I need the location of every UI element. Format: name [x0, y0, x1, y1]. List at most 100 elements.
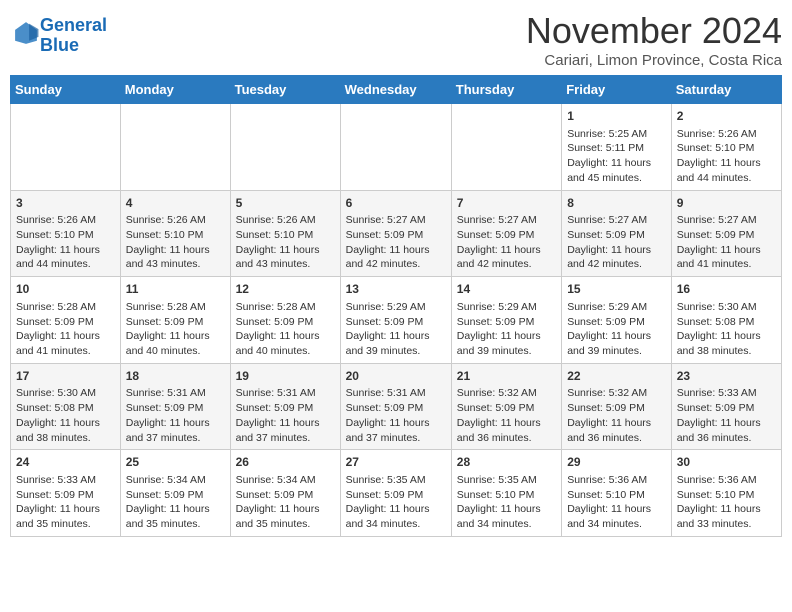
day-info: Daylight: 11 hours and 36 minutes. — [677, 416, 776, 445]
day-info: Daylight: 11 hours and 42 minutes. — [457, 243, 556, 272]
day-info: Sunset: 5:09 PM — [236, 488, 335, 503]
day-number: 10 — [16, 281, 115, 298]
day-number: 16 — [677, 281, 776, 298]
day-info: Sunset: 5:09 PM — [457, 315, 556, 330]
column-header-friday: Friday — [562, 76, 672, 104]
day-number: 3 — [16, 195, 115, 212]
day-info: Sunrise: 5:34 AM — [236, 473, 335, 488]
day-info: Sunrise: 5:27 AM — [567, 213, 666, 228]
day-info: Sunrise: 5:34 AM — [126, 473, 225, 488]
day-info: Sunset: 5:09 PM — [346, 488, 446, 503]
day-info: Daylight: 11 hours and 39 minutes. — [567, 329, 666, 358]
week-row-4: 17Sunrise: 5:30 AMSunset: 5:08 PMDayligh… — [11, 363, 782, 450]
column-header-sunday: Sunday — [11, 76, 121, 104]
day-number: 14 — [457, 281, 556, 298]
calendar-cell: 29Sunrise: 5:36 AMSunset: 5:10 PMDayligh… — [562, 450, 672, 537]
calendar-cell: 20Sunrise: 5:31 AMSunset: 5:09 PMDayligh… — [340, 363, 451, 450]
day-info: Daylight: 11 hours and 44 minutes. — [677, 156, 776, 185]
day-info: Sunrise: 5:30 AM — [677, 300, 776, 315]
day-info: Sunset: 5:10 PM — [236, 228, 335, 243]
day-info: Daylight: 11 hours and 34 minutes. — [457, 502, 556, 531]
calendar-cell: 17Sunrise: 5:30 AMSunset: 5:08 PMDayligh… — [11, 363, 121, 450]
day-info: Daylight: 11 hours and 38 minutes. — [16, 416, 115, 445]
day-info: Daylight: 11 hours and 37 minutes. — [126, 416, 225, 445]
day-info: Sunset: 5:09 PM — [567, 401, 666, 416]
day-info: Daylight: 11 hours and 42 minutes. — [346, 243, 446, 272]
day-info: Sunrise: 5:35 AM — [457, 473, 556, 488]
calendar-cell — [11, 104, 121, 191]
day-info: Sunset: 5:09 PM — [567, 228, 666, 243]
month-title: November 2024 — [526, 10, 782, 52]
day-info: Sunset: 5:09 PM — [16, 315, 115, 330]
day-number: 25 — [126, 454, 225, 471]
day-info: Sunrise: 5:30 AM — [16, 386, 115, 401]
day-info: Daylight: 11 hours and 45 minutes. — [567, 156, 666, 185]
calendar-cell: 2Sunrise: 5:26 AMSunset: 5:10 PMDaylight… — [671, 104, 781, 191]
calendar-cell: 16Sunrise: 5:30 AMSunset: 5:08 PMDayligh… — [671, 277, 781, 364]
day-info: Sunrise: 5:27 AM — [457, 213, 556, 228]
day-number: 9 — [677, 195, 776, 212]
location: Cariari, Limon Province, Costa Rica — [526, 52, 782, 69]
calendar-cell: 26Sunrise: 5:34 AMSunset: 5:09 PMDayligh… — [230, 450, 340, 537]
week-row-5: 24Sunrise: 5:33 AMSunset: 5:09 PMDayligh… — [11, 450, 782, 537]
calendar-cell: 13Sunrise: 5:29 AMSunset: 5:09 PMDayligh… — [340, 277, 451, 364]
day-info: Sunrise: 5:33 AM — [16, 473, 115, 488]
day-info: Sunrise: 5:28 AM — [236, 300, 335, 315]
day-number: 27 — [346, 454, 446, 471]
day-info: Daylight: 11 hours and 43 minutes. — [126, 243, 225, 272]
week-row-3: 10Sunrise: 5:28 AMSunset: 5:09 PMDayligh… — [11, 277, 782, 364]
day-info: Sunset: 5:10 PM — [457, 488, 556, 503]
day-info: Sunrise: 5:33 AM — [677, 386, 776, 401]
week-row-1: 1Sunrise: 5:25 AMSunset: 5:11 PMDaylight… — [11, 104, 782, 191]
day-info: Sunset: 5:09 PM — [457, 401, 556, 416]
calendar-cell: 21Sunrise: 5:32 AMSunset: 5:09 PMDayligh… — [451, 363, 561, 450]
calendar-cell: 1Sunrise: 5:25 AMSunset: 5:11 PMDaylight… — [562, 104, 672, 191]
calendar-cell: 14Sunrise: 5:29 AMSunset: 5:09 PMDayligh… — [451, 277, 561, 364]
day-info: Sunset: 5:09 PM — [677, 228, 776, 243]
day-number: 15 — [567, 281, 666, 298]
day-info: Sunset: 5:09 PM — [346, 315, 446, 330]
calendar-cell: 24Sunrise: 5:33 AMSunset: 5:09 PMDayligh… — [11, 450, 121, 537]
day-number: 21 — [457, 368, 556, 385]
column-headers: SundayMondayTuesdayWednesdayThursdayFrid… — [11, 76, 782, 104]
calendar-cell — [120, 104, 230, 191]
day-number: 29 — [567, 454, 666, 471]
day-info: Daylight: 11 hours and 43 minutes. — [236, 243, 335, 272]
calendar-cell: 8Sunrise: 5:27 AMSunset: 5:09 PMDaylight… — [562, 190, 672, 277]
day-number: 30 — [677, 454, 776, 471]
calendar-cell: 22Sunrise: 5:32 AMSunset: 5:09 PMDayligh… — [562, 363, 672, 450]
calendar-cell: 23Sunrise: 5:33 AMSunset: 5:09 PMDayligh… — [671, 363, 781, 450]
day-info: Sunset: 5:09 PM — [567, 315, 666, 330]
day-info: Daylight: 11 hours and 35 minutes. — [126, 502, 225, 531]
calendar-cell: 6Sunrise: 5:27 AMSunset: 5:09 PMDaylight… — [340, 190, 451, 277]
day-info: Sunrise: 5:28 AM — [16, 300, 115, 315]
day-info: Daylight: 11 hours and 34 minutes. — [346, 502, 446, 531]
day-number: 20 — [346, 368, 446, 385]
day-number: 7 — [457, 195, 556, 212]
day-info: Sunset: 5:09 PM — [346, 401, 446, 416]
logo-icon — [12, 19, 40, 47]
day-number: 5 — [236, 195, 335, 212]
day-info: Sunrise: 5:25 AM — [567, 127, 666, 142]
day-info: Daylight: 11 hours and 36 minutes. — [567, 416, 666, 445]
day-info: Daylight: 11 hours and 41 minutes. — [677, 243, 776, 272]
day-info: Sunset: 5:09 PM — [126, 315, 225, 330]
day-number: 2 — [677, 108, 776, 125]
logo: General Blue — [10, 16, 107, 56]
week-row-2: 3Sunrise: 5:26 AMSunset: 5:10 PMDaylight… — [11, 190, 782, 277]
calendar-cell: 19Sunrise: 5:31 AMSunset: 5:09 PMDayligh… — [230, 363, 340, 450]
day-info: Sunrise: 5:26 AM — [236, 213, 335, 228]
day-info: Sunset: 5:11 PM — [567, 141, 666, 156]
calendar-cell: 10Sunrise: 5:28 AMSunset: 5:09 PMDayligh… — [11, 277, 121, 364]
column-header-tuesday: Tuesday — [230, 76, 340, 104]
day-info: Sunrise: 5:26 AM — [677, 127, 776, 142]
calendar-cell: 4Sunrise: 5:26 AMSunset: 5:10 PMDaylight… — [120, 190, 230, 277]
day-number: 4 — [126, 195, 225, 212]
day-info: Sunset: 5:09 PM — [346, 228, 446, 243]
day-info: Daylight: 11 hours and 38 minutes. — [677, 329, 776, 358]
calendar-cell: 7Sunrise: 5:27 AMSunset: 5:09 PMDaylight… — [451, 190, 561, 277]
day-info: Daylight: 11 hours and 42 minutes. — [567, 243, 666, 272]
day-info: Sunrise: 5:29 AM — [457, 300, 556, 315]
day-info: Sunset: 5:10 PM — [126, 228, 225, 243]
calendar-cell: 5Sunrise: 5:26 AMSunset: 5:10 PMDaylight… — [230, 190, 340, 277]
